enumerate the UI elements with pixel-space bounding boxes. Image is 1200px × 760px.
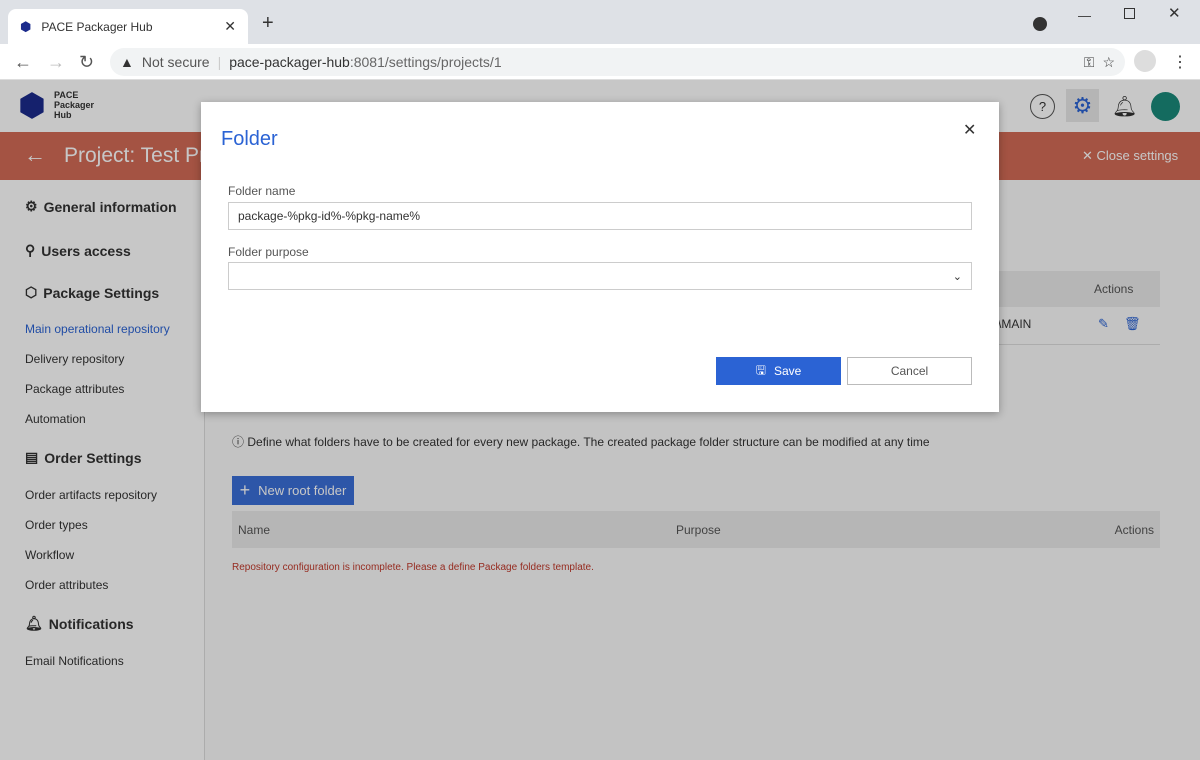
profile-dropdown-icon[interactable] [1033,17,1047,31]
minimize-icon[interactable]: — [1078,8,1091,23]
close-tab-icon[interactable]: ✕ [224,18,236,35]
maximize-icon[interactable] [1124,8,1135,19]
back-icon[interactable]: ← [14,52,32,73]
address-bar: ← → ↻ ▲ Not secure | pace-packager-hub:8… [0,44,1200,80]
folder-name-input[interactable]: package-%pkg-id%-%pkg-name% [228,202,972,230]
url-host: pace-packager-hub [229,54,350,70]
folder-purpose-select[interactable]: ⌄ [228,262,972,290]
tab-title: PACE Packager Hub [41,19,153,34]
star-icon[interactable]: ☆ [1102,54,1115,71]
browser-tab-bar: ⬢ PACE Packager Hub ✕ + — ✕ [0,0,1200,44]
dialog-title: Folder [221,128,278,150]
browser-tab[interactable]: ⬢ PACE Packager Hub ✕ [8,9,248,44]
key-icon[interactable]: ⚿ [1084,54,1095,71]
chevron-down-icon: ⌄ [952,270,962,283]
save-button[interactable]: 🖫︎ Save [716,357,841,385]
url-input[interactable]: ▲ Not secure | pace-packager-hub:8081/se… [110,48,1125,76]
folder-purpose-label: Folder purpose [228,245,309,259]
reload-icon[interactable]: ↻ [79,52,94,73]
menu-icon[interactable]: ⋮ [1172,52,1188,72]
save-icon: 🖫︎ [755,362,766,377]
not-secure-label: Not secure [141,54,210,70]
new-tab-icon[interactable]: + [262,12,274,35]
close-window-icon[interactable]: ✕ [1168,4,1181,22]
close-icon[interactable]: ✕ [963,120,976,140]
favicon-icon: ⬢ [20,18,32,34]
forward-icon[interactable]: → [47,52,65,73]
cancel-button[interactable]: Cancel [847,357,972,385]
folder-name-label: Folder name [228,184,296,198]
warning-icon: ▲ [120,54,134,70]
url-path: :8081/settings/projects/1 [349,54,502,70]
account-icon[interactable] [1134,50,1156,72]
folder-dialog: Folder ✕ Folder name package-%pkg-id%-%p… [201,102,999,412]
